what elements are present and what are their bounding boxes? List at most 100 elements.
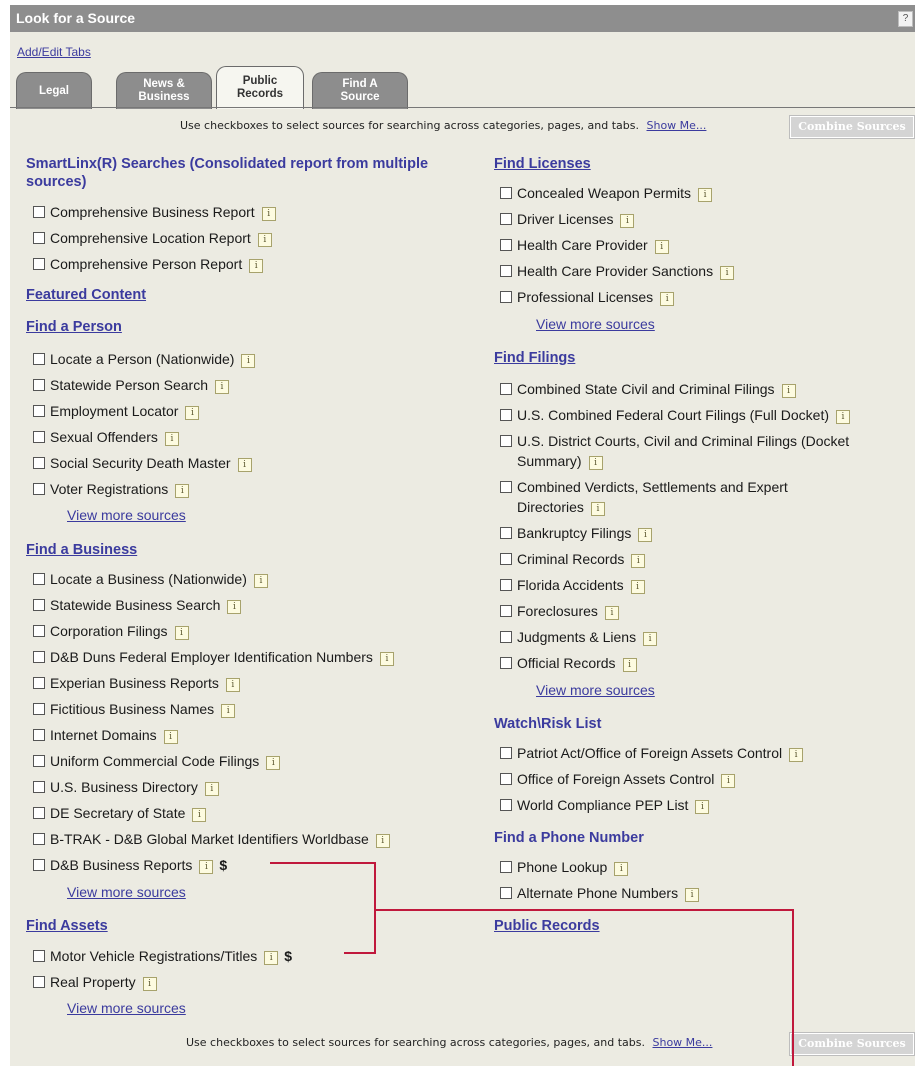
info-icon[interactable]: i — [199, 860, 214, 874]
combine-sources-button[interactable]: Combine Sources — [790, 116, 914, 138]
find-assets-heading[interactable]: Find Assets — [26, 917, 108, 935]
info-icon[interactable]: i — [836, 410, 850, 424]
info-icon[interactable]: i — [638, 528, 653, 542]
find-filings-heading[interactable]: Find Filings — [494, 349, 575, 367]
info-icon[interactable]: i — [604, 606, 619, 620]
info-icon[interactable]: i — [590, 502, 605, 516]
info-icon[interactable]: i — [588, 456, 603, 470]
checkbox[interactable] — [33, 950, 45, 962]
checkbox[interactable] — [33, 483, 45, 495]
info-icon[interactable]: i — [620, 214, 635, 228]
checkbox[interactable] — [500, 605, 512, 617]
tab-find-a-source[interactable]: Find A Source — [312, 72, 408, 109]
info-icon[interactable]: i — [720, 266, 735, 280]
public-records-link[interactable]: Public Records — [494, 917, 600, 935]
checkbox[interactable] — [33, 625, 45, 637]
tab-legal[interactable]: Legal — [16, 72, 92, 109]
info-icon[interactable]: i — [721, 774, 736, 788]
info-icon[interactable]: i — [781, 384, 796, 398]
checkbox[interactable] — [500, 435, 512, 447]
checkbox[interactable] — [500, 409, 512, 421]
checkbox[interactable] — [500, 579, 512, 591]
info-icon[interactable]: i — [253, 574, 268, 588]
checkbox[interactable] — [33, 703, 45, 715]
info-icon[interactable]: i — [614, 862, 629, 876]
checkbox[interactable] — [500, 187, 512, 199]
info-icon[interactable]: i — [225, 678, 240, 692]
checkbox[interactable] — [500, 213, 512, 225]
checkbox[interactable] — [33, 807, 45, 819]
checkbox[interactable] — [500, 239, 512, 251]
info-icon[interactable]: i — [643, 632, 658, 646]
find-a-person-heading[interactable]: Find a Person — [26, 318, 122, 336]
info-icon[interactable]: i — [249, 259, 264, 273]
checkbox[interactable] — [33, 651, 45, 663]
checkbox[interactable] — [500, 553, 512, 565]
view-more-filings-link[interactable]: View more sources — [536, 682, 655, 698]
info-icon[interactable]: i — [379, 652, 394, 666]
checkbox[interactable] — [500, 861, 512, 873]
tab-public-records[interactable]: Public Records — [216, 66, 304, 109]
tab-news-business[interactable]: News & Business — [116, 72, 212, 109]
info-icon[interactable]: i — [204, 782, 219, 796]
info-icon[interactable]: i — [789, 748, 804, 762]
info-icon[interactable]: i — [698, 188, 713, 202]
view-more-licenses-link[interactable]: View more sources — [536, 316, 655, 332]
view-more-person-link[interactable]: View more sources — [67, 507, 186, 523]
help-icon[interactable]: ? — [898, 11, 913, 27]
checkbox[interactable] — [33, 781, 45, 793]
info-icon[interactable]: i — [163, 730, 178, 744]
find-licenses-heading[interactable]: Find Licenses — [494, 155, 591, 173]
info-icon[interactable]: i — [631, 554, 646, 568]
info-icon[interactable]: i — [630, 580, 645, 594]
info-icon[interactable]: i — [266, 756, 281, 770]
info-icon[interactable]: i — [695, 800, 710, 814]
info-icon[interactable]: i — [261, 207, 276, 221]
view-more-business-link[interactable]: View more sources — [67, 884, 186, 900]
checkbox[interactable] — [33, 232, 45, 244]
checkbox[interactable] — [500, 265, 512, 277]
checkbox[interactable] — [33, 573, 45, 585]
info-icon[interactable]: i — [654, 240, 669, 254]
checkbox[interactable] — [33, 976, 45, 988]
checkbox[interactable] — [33, 379, 45, 391]
info-icon[interactable]: i — [660, 292, 675, 306]
info-icon[interactable]: i — [175, 484, 190, 498]
checkbox[interactable] — [500, 657, 512, 669]
checkbox[interactable] — [500, 527, 512, 539]
info-icon[interactable]: i — [164, 432, 179, 446]
checkbox[interactable] — [500, 773, 512, 785]
checkbox[interactable] — [33, 833, 45, 845]
info-icon[interactable]: i — [622, 658, 637, 672]
checkbox[interactable] — [33, 353, 45, 365]
info-icon[interactable]: i — [257, 233, 272, 247]
checkbox[interactable] — [500, 383, 512, 395]
checkbox[interactable] — [33, 405, 45, 417]
info-icon[interactable]: i — [174, 626, 189, 640]
checkbox[interactable] — [33, 729, 45, 741]
checkbox[interactable] — [33, 677, 45, 689]
checkbox[interactable] — [500, 799, 512, 811]
checkbox[interactable] — [33, 457, 45, 469]
checkbox[interactable] — [500, 631, 512, 643]
info-icon[interactable]: i — [142, 977, 157, 991]
add-edit-tabs-link[interactable]: Add/Edit Tabs — [17, 45, 91, 59]
checkbox[interactable] — [33, 206, 45, 218]
info-icon[interactable]: i — [192, 808, 207, 822]
checkbox[interactable] — [33, 599, 45, 611]
info-icon[interactable]: i — [214, 380, 229, 394]
info-icon[interactable]: i — [241, 354, 256, 368]
checkbox[interactable] — [500, 481, 512, 493]
show-me-link[interactable]: Show Me... — [647, 119, 707, 132]
checkbox[interactable] — [33, 755, 45, 767]
show-me-link[interactable]: Show Me... — [653, 1036, 713, 1049]
combine-sources-button-bottom[interactable]: Combine Sources — [790, 1033, 914, 1055]
checkbox[interactable] — [500, 887, 512, 899]
info-icon[interactable]: i — [227, 600, 242, 614]
checkbox[interactable] — [500, 747, 512, 759]
checkbox[interactable] — [500, 291, 512, 303]
find-a-business-heading[interactable]: Find a Business — [26, 541, 137, 559]
info-icon[interactable]: i — [375, 834, 390, 848]
info-icon[interactable]: i — [237, 458, 252, 472]
checkbox[interactable] — [33, 258, 45, 270]
